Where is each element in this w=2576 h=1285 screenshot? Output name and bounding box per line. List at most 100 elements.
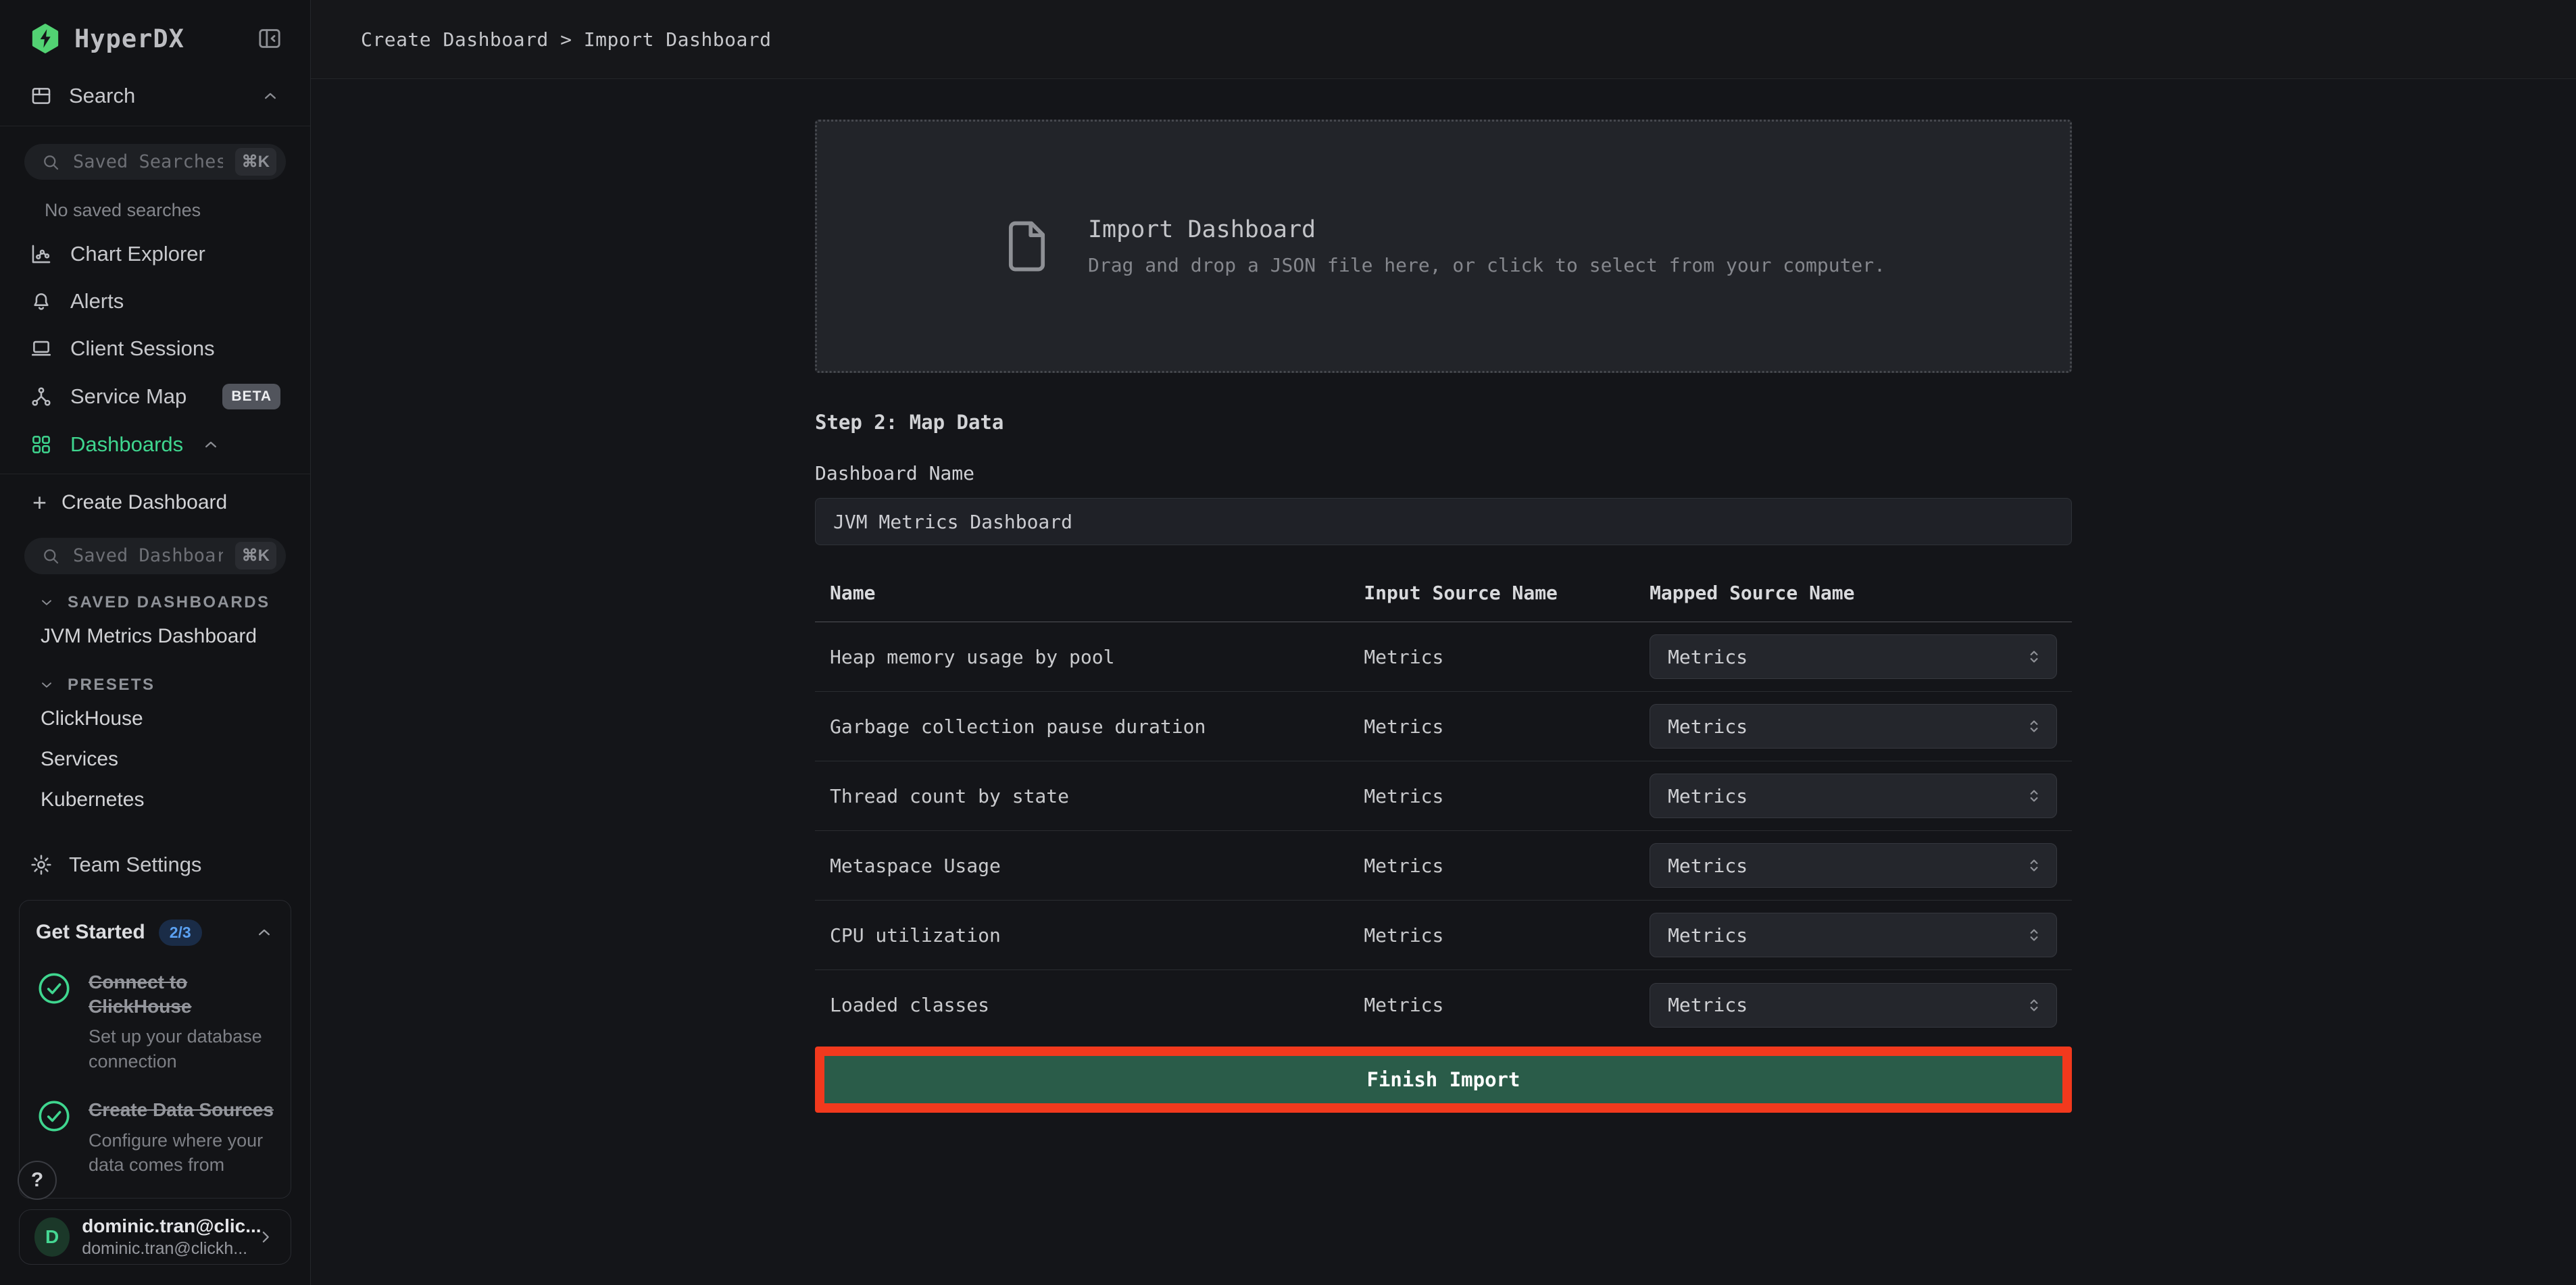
step-title: Connect to ClickHouse xyxy=(89,970,274,1019)
hyperdx-logo-icon xyxy=(30,23,61,54)
dropzone-title: Import Dashboard xyxy=(1088,216,1885,243)
row-name: Garbage collection pause duration xyxy=(830,715,1364,738)
sidebar-item-label: Client Sessions xyxy=(70,336,215,361)
select-value: Metrics xyxy=(1668,924,1748,947)
mapped-source-select[interactable]: Metrics xyxy=(1650,983,2057,1028)
chevron-down-icon xyxy=(38,676,55,694)
preset-item-services[interactable]: Services xyxy=(0,739,310,780)
grid-icon xyxy=(30,433,53,456)
row-input-source: Metrics xyxy=(1364,924,1650,947)
dashboard-name-input[interactable] xyxy=(815,498,2072,545)
step-subtitle: Set up your database connection xyxy=(89,1024,274,1074)
preset-item-clickhouse[interactable]: ClickHouse xyxy=(0,699,310,739)
chevron-right-icon xyxy=(255,1227,276,1247)
panel-collapse-icon xyxy=(256,25,283,52)
logo-row: HyperDX xyxy=(0,0,310,72)
table-row: Thread count by state Metrics Metrics xyxy=(815,761,2072,831)
saved-searches-input[interactable] xyxy=(72,151,224,173)
no-saved-searches-note: No saved searches xyxy=(0,180,310,230)
dashboard-item-jvm-metrics[interactable]: JVM Metrics Dashboard xyxy=(0,616,310,657)
finish-import-button[interactable]: Finish Import xyxy=(824,1056,2062,1103)
mapped-source-select[interactable]: Metrics xyxy=(1650,704,2057,749)
saved-searches-search[interactable]: ⌘K xyxy=(24,144,286,180)
sidebar-item-label: Chart Explorer xyxy=(70,242,205,266)
get-started-header[interactable]: Get Started 2/3 xyxy=(36,919,274,946)
step-subtitle: Configure where your data comes from xyxy=(89,1128,274,1178)
row-input-source: Metrics xyxy=(1364,715,1650,738)
group-label: PRESETS xyxy=(68,676,155,695)
get-started-step-sources[interactable]: Create Data Sources Configure where your… xyxy=(36,1098,274,1177)
sidebar-collapse-button[interactable] xyxy=(256,25,283,52)
content: Import Dashboard Drag and drop a JSON fi… xyxy=(311,79,2576,1285)
chevron-up-down-icon xyxy=(2024,647,2044,667)
select-value: Metrics xyxy=(1668,785,1748,807)
user-name: dominic.tran@clic... xyxy=(82,1215,243,1237)
content-column: Import Dashboard Drag and drop a JSON fi… xyxy=(815,79,2072,1113)
user-menu[interactable]: D dominic.tran@clic... dominic.tran@clic… xyxy=(19,1209,291,1265)
sidebar-item-client-sessions[interactable]: Client Sessions xyxy=(0,325,310,372)
row-input-source: Metrics xyxy=(1364,646,1650,668)
sidebar-section-search[interactable]: Search xyxy=(0,72,310,120)
chevron-up-down-icon xyxy=(2024,925,2044,945)
help-button[interactable]: ? xyxy=(18,1161,57,1200)
sidebar-item-alerts[interactable]: Alerts xyxy=(0,278,310,325)
mapped-source-select[interactable]: Metrics xyxy=(1650,843,2057,888)
sidebar-item-team-settings[interactable]: Team Settings xyxy=(0,830,310,900)
bell-icon xyxy=(30,290,53,313)
hierarchy-icon xyxy=(30,385,53,408)
select-value: Metrics xyxy=(1668,994,1748,1016)
row-name: CPU utilization xyxy=(830,924,1364,947)
shortcut-badge: ⌘K xyxy=(235,542,276,570)
get-started-step-connect[interactable]: Connect to ClickHouse Set up your databa… xyxy=(36,970,274,1074)
monitor-icon xyxy=(30,337,53,360)
check-circle-icon xyxy=(36,970,72,1007)
check-circle-icon xyxy=(36,1098,72,1134)
mapped-source-select[interactable]: Metrics xyxy=(1650,634,2057,679)
user-email: dominic.tran@clickh... xyxy=(82,1239,243,1259)
chevron-up-down-icon xyxy=(2024,716,2044,736)
column-header-mapped-source: Mapped Source Name xyxy=(1650,582,2072,604)
chart-icon xyxy=(30,243,53,266)
row-mapped-source-cell: Metrics xyxy=(1650,774,2072,818)
get-started-title: Get Started xyxy=(36,921,145,944)
row-name: Thread count by state xyxy=(830,785,1364,807)
saved-dashboards-search[interactable]: ⌘K xyxy=(24,538,286,574)
sidebar-item-chart-explorer[interactable]: Chart Explorer xyxy=(0,230,310,278)
plus-icon: + xyxy=(32,490,47,515)
column-header-name: Name xyxy=(830,582,1364,604)
row-name: Metaspace Usage xyxy=(830,855,1364,877)
mapped-source-select[interactable]: Metrics xyxy=(1650,913,2057,957)
preset-item-kubernetes[interactable]: Kubernetes xyxy=(0,780,310,820)
row-mapped-source-cell: Metrics xyxy=(1650,983,2072,1028)
mapping-table: Name Input Source Name Mapped Source Nam… xyxy=(815,582,2072,1040)
chevron-up-icon xyxy=(260,86,280,106)
sidebar-item-label: Service Map xyxy=(70,384,187,409)
mapped-source-select[interactable]: Metrics xyxy=(1650,774,2057,818)
row-input-source: Metrics xyxy=(1364,855,1650,877)
progress-badge: 2/3 xyxy=(159,919,202,946)
app-root: HyperDX Search xyxy=(0,0,2576,1285)
sidebar-item-dashboards[interactable]: Dashboards xyxy=(0,421,310,468)
row-mapped-source-cell: Metrics xyxy=(1650,634,2072,679)
create-dashboard-button[interactable]: + Create Dashboard xyxy=(0,474,310,520)
select-value: Metrics xyxy=(1668,855,1748,877)
sidebar: HyperDX Search xyxy=(0,0,311,1285)
create-dashboard-label: Create Dashboard xyxy=(61,491,227,514)
group-presets[interactable]: PRESETS xyxy=(0,657,310,699)
sidebar-item-label: Alerts xyxy=(70,289,124,313)
team-settings-label: Team Settings xyxy=(69,853,201,877)
user-texts: dominic.tran@clic... dominic.tran@clickh… xyxy=(82,1215,243,1259)
chevron-up-icon xyxy=(254,922,274,942)
select-value: Metrics xyxy=(1668,646,1748,668)
avatar: D xyxy=(34,1217,70,1257)
sidebar-item-service-map[interactable]: Service Map BETA xyxy=(0,372,310,421)
saved-dashboards-input[interactable] xyxy=(72,545,224,567)
row-mapped-source-cell: Metrics xyxy=(1650,843,2072,888)
group-saved-dashboards[interactable]: SAVED DASHBOARDS xyxy=(0,574,310,616)
chevron-up-down-icon xyxy=(2024,855,2044,876)
import-dropzone[interactable]: Import Dashboard Drag and drop a JSON fi… xyxy=(815,120,2072,373)
row-input-source: Metrics xyxy=(1364,785,1650,807)
beta-badge: BETA xyxy=(222,384,280,409)
table-icon xyxy=(30,84,53,107)
row-mapped-source-cell: Metrics xyxy=(1650,913,2072,957)
